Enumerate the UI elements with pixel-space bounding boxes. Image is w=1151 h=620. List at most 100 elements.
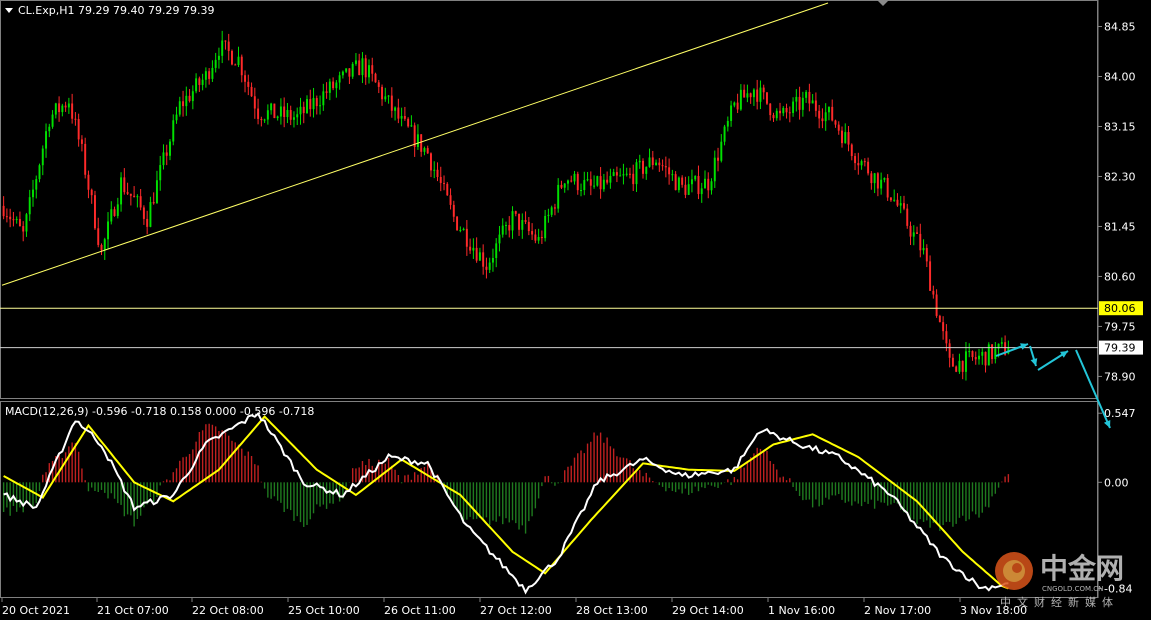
candle-body — [182, 101, 185, 107]
candle-body — [332, 81, 335, 89]
candle-body — [814, 100, 817, 111]
candle-body — [583, 180, 586, 191]
candle-body — [191, 91, 194, 102]
candle-body — [739, 89, 742, 110]
projection-arrow-down-2[interactable] — [1075, 349, 1111, 429]
candle-body — [292, 117, 295, 120]
candle-body — [45, 131, 48, 149]
candle-body — [511, 211, 514, 231]
price-tag-label: 80.06 — [1104, 302, 1136, 315]
candle-body — [863, 161, 866, 163]
shift-marker-icon[interactable] — [877, 0, 889, 6]
candle-body — [400, 116, 403, 119]
candle-body — [808, 91, 811, 104]
candle-body — [527, 221, 530, 232]
candle-body — [733, 102, 736, 106]
candle-body — [390, 95, 393, 111]
candle-body — [602, 179, 605, 190]
candle-body — [596, 176, 599, 186]
candle-body — [368, 65, 370, 78]
chart-canvas[interactable]: CL.Exp,H1 79.29 79.40 79.29 79.39 80.06 7… — [0, 0, 1151, 620]
candle-body — [231, 50, 233, 65]
candle-body — [903, 203, 905, 209]
candle-body — [550, 207, 553, 215]
candle-body — [795, 96, 798, 102]
candle-body — [749, 93, 752, 98]
candle-body — [664, 166, 667, 168]
candle-body — [283, 106, 286, 118]
candle-body — [837, 124, 840, 131]
candle-body — [195, 78, 198, 92]
candle-body — [410, 125, 413, 127]
candle-body — [925, 248, 928, 262]
candle-body — [563, 183, 566, 188]
candle-body — [955, 366, 958, 372]
candle-body — [74, 118, 77, 120]
candle-body — [818, 110, 821, 119]
candle-body — [801, 97, 804, 110]
candle-body — [162, 152, 165, 166]
candle-body — [599, 176, 602, 190]
candle-body — [315, 98, 318, 107]
candle-body — [841, 130, 843, 144]
y-tick-label: 80.60 — [1104, 270, 1136, 283]
x-tick-label: 28 Oct 13:00 — [576, 604, 648, 617]
candle-body — [397, 107, 400, 119]
candle-body — [354, 60, 357, 64]
candle-body — [589, 179, 592, 186]
candle-body — [772, 115, 775, 119]
candle-body — [155, 180, 158, 204]
candle-body — [54, 103, 57, 115]
candle-body — [142, 207, 145, 219]
candle-body — [12, 219, 15, 221]
candle-body — [488, 262, 491, 270]
y-tick-label: 84.85 — [1104, 21, 1136, 34]
x-tick-label: 27 Oct 12:00 — [480, 604, 552, 617]
y-tick-label: 83.15 — [1104, 120, 1136, 133]
candle-body — [906, 208, 909, 226]
candle-body — [152, 202, 155, 204]
candle-body — [270, 103, 273, 111]
candle-body — [886, 178, 889, 198]
candle-body — [403, 116, 406, 119]
candle-body — [831, 106, 834, 121]
candle-body — [919, 233, 922, 251]
symbol-header: CL.Exp,H1 79.29 79.40 79.29 79.39 — [18, 4, 214, 17]
candle-body — [41, 148, 44, 166]
candle-body — [677, 177, 680, 191]
candle-body — [328, 81, 331, 93]
candle-body — [935, 294, 938, 316]
candle-body — [120, 177, 123, 205]
candle-body — [521, 220, 524, 230]
candle-body — [854, 156, 857, 164]
candle-body — [136, 196, 139, 198]
dropdown-triangle-icon[interactable] — [5, 8, 13, 13]
trendline[interactable] — [1, 2, 829, 286]
candle-body — [107, 221, 109, 240]
candle-body — [505, 225, 507, 227]
candle-body — [25, 214, 28, 232]
candle-body — [188, 95, 191, 102]
candle-body — [276, 116, 279, 119]
candle-body — [717, 157, 720, 161]
candle-body — [951, 357, 954, 367]
price-pane-frame — [0, 0, 1098, 399]
candle-body — [201, 79, 204, 85]
candle-body — [449, 195, 452, 205]
candle-body — [615, 172, 618, 176]
candle-body — [240, 56, 243, 76]
candle-body — [22, 226, 25, 232]
candle-body — [257, 108, 260, 119]
candle-body — [459, 230, 462, 232]
candle-body — [730, 105, 733, 121]
candle-body — [834, 120, 837, 125]
macd-group — [2, 411, 1010, 595]
candle-body — [929, 261, 932, 291]
candle-body — [38, 165, 41, 180]
price-tag-label: 79.39 — [1104, 342, 1136, 355]
candle-body — [224, 40, 227, 42]
candle-body — [638, 160, 641, 163]
y-tick-label: 78.90 — [1104, 370, 1136, 383]
candle-body — [169, 141, 171, 156]
candle-body — [805, 91, 808, 98]
